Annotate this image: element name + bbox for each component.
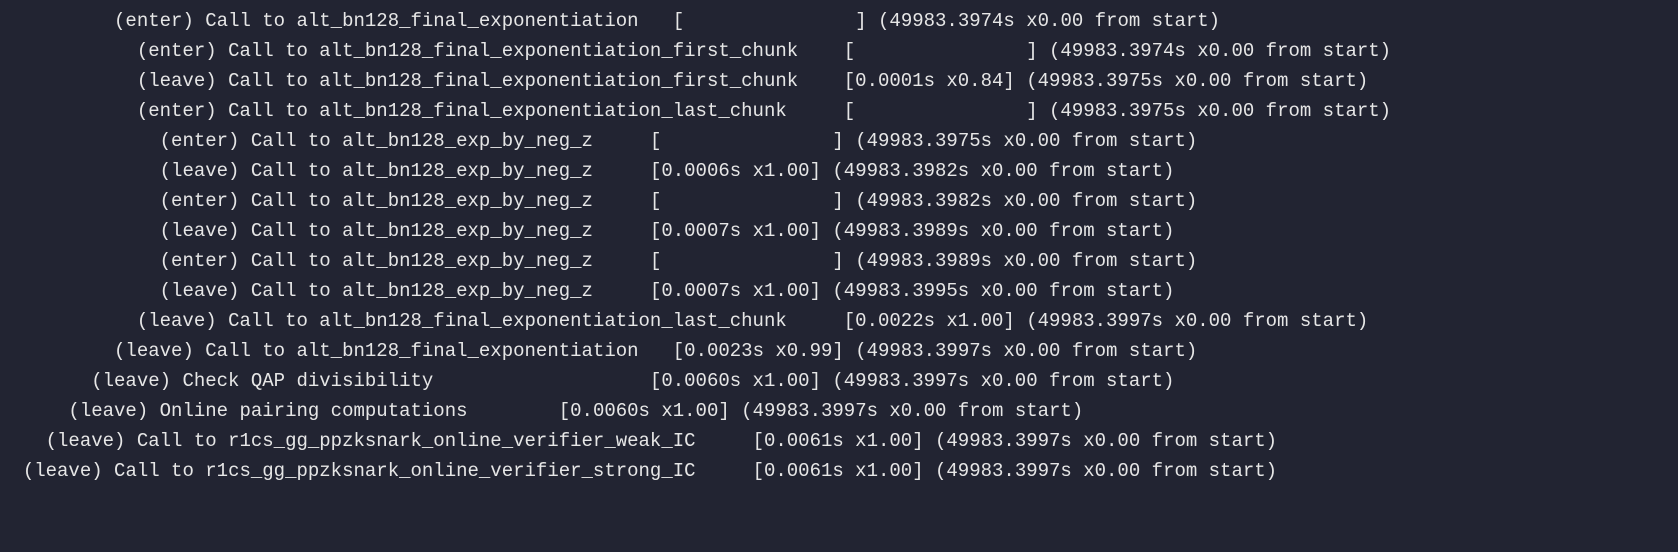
- log-timing-bracket: [0.0060s x1.00]: [559, 400, 730, 422]
- indent: [0, 10, 114, 32]
- log-label: Call to alt_bn128_final_exponentiation_l…: [228, 310, 787, 332]
- log-line: (leave) Call to alt_bn128_final_exponent…: [0, 336, 1678, 366]
- terminal-output: (enter) Call to alt_bn128_final_exponent…: [0, 0, 1678, 492]
- log-meta: (49983.3997s x0.00 from start): [935, 430, 1277, 452]
- indent: [0, 40, 137, 62]
- log-label: Call to alt_bn128_final_exponentiation: [205, 10, 638, 32]
- log-line: (enter) Call to alt_bn128_final_exponent…: [0, 96, 1678, 126]
- log-timing-bracket: [ ]: [844, 100, 1038, 122]
- log-event: (leave): [46, 430, 126, 452]
- log-meta: (49983.3989s x0.00 from start): [855, 250, 1197, 272]
- log-event: (enter): [114, 10, 194, 32]
- log-meta: (49983.3982s x0.00 from start): [832, 160, 1174, 182]
- log-line: (enter) Call to alt_bn128_exp_by_neg_z […: [0, 186, 1678, 216]
- indent: [0, 220, 160, 242]
- log-line: (leave) Call to alt_bn128_exp_by_neg_z […: [0, 276, 1678, 306]
- log-event: (enter): [137, 40, 217, 62]
- log-line: (enter) Call to alt_bn128_final_exponent…: [0, 36, 1678, 66]
- log-line: (enter) Call to alt_bn128_final_exponent…: [0, 6, 1678, 36]
- log-label: Call to alt_bn128_final_exponentiation_f…: [228, 40, 798, 62]
- log-label: Call to r1cs_gg_ppzksnark_online_verifie…: [114, 460, 696, 482]
- log-line: (enter) Call to alt_bn128_exp_by_neg_z […: [0, 126, 1678, 156]
- log-timing-bracket: [0.0007s x1.00]: [650, 220, 821, 242]
- log-label: Call to alt_bn128_final_exponentiation: [205, 340, 638, 362]
- log-timing-bracket: [0.0060s x1.00]: [650, 370, 821, 392]
- log-meta: (49983.3975s x0.00 from start): [1026, 70, 1368, 92]
- indent: [0, 190, 160, 212]
- log-timing-bracket: [ ]: [650, 190, 844, 212]
- log-label: Call to alt_bn128_exp_by_neg_z: [251, 250, 593, 272]
- log-line: (leave) Call to alt_bn128_exp_by_neg_z […: [0, 216, 1678, 246]
- log-event: (leave): [137, 70, 217, 92]
- log-label: Call to r1cs_gg_ppzksnark_online_verifie…: [137, 430, 696, 452]
- log-label: Call to alt_bn128_final_exponentiation_l…: [228, 100, 787, 122]
- log-timing-bracket: [0.0006s x1.00]: [650, 160, 821, 182]
- log-timing-bracket: [ ]: [650, 250, 844, 272]
- log-label: Online pairing computations: [160, 400, 468, 422]
- log-meta: (49983.3975s x0.00 from start): [855, 130, 1197, 152]
- log-meta: (49983.3975s x0.00 from start): [1049, 100, 1391, 122]
- indent: [0, 280, 160, 302]
- log-line: (leave) Online pairing computations [0.0…: [0, 396, 1678, 426]
- log-label: Call to alt_bn128_exp_by_neg_z: [251, 280, 593, 302]
- log-timing-bracket: [0.0023s x0.99]: [673, 340, 844, 362]
- log-event: (leave): [160, 280, 240, 302]
- indent: [0, 70, 137, 92]
- log-line: (leave) Call to r1cs_gg_ppzksnark_online…: [0, 456, 1678, 486]
- log-meta: (49983.3995s x0.00 from start): [832, 280, 1174, 302]
- log-timing-bracket: [ ]: [650, 130, 844, 152]
- indent: [0, 130, 160, 152]
- log-meta: (49983.3997s x0.00 from start): [832, 370, 1174, 392]
- log-line: (leave) Call to r1cs_gg_ppzksnark_online…: [0, 426, 1678, 456]
- log-line: (enter) Call to alt_bn128_exp_by_neg_z […: [0, 246, 1678, 276]
- log-timing-bracket: [0.0001s x0.84]: [844, 70, 1015, 92]
- log-label: Call to alt_bn128_exp_by_neg_z: [251, 130, 593, 152]
- log-timing-bracket: [0.0061s x1.00]: [753, 460, 924, 482]
- log-label: Call to alt_bn128_exp_by_neg_z: [251, 190, 593, 212]
- log-event: (enter): [160, 130, 240, 152]
- indent: [0, 310, 137, 332]
- log-label: Call to alt_bn128_final_exponentiation_f…: [228, 70, 798, 92]
- log-timing-bracket: [ ]: [673, 10, 867, 32]
- indent: [0, 460, 23, 482]
- log-event: (leave): [114, 340, 194, 362]
- indent: [0, 250, 160, 272]
- log-line: (leave) Call to alt_bn128_final_exponent…: [0, 306, 1678, 336]
- indent: [0, 340, 114, 362]
- indent: [0, 430, 46, 452]
- log-event: (leave): [160, 160, 240, 182]
- log-meta: (49983.3974s x0.00 from start): [1049, 40, 1391, 62]
- log-timing-bracket: [0.0061s x1.00]: [753, 430, 924, 452]
- log-timing-bracket: [0.0007s x1.00]: [650, 280, 821, 302]
- log-timing-bracket: [0.0022s x1.00]: [844, 310, 1015, 332]
- log-meta: (49983.3989s x0.00 from start): [832, 220, 1174, 242]
- log-event: (enter): [137, 100, 217, 122]
- indent: [0, 400, 68, 422]
- log-label: Check QAP divisibility: [182, 370, 433, 392]
- indent: [0, 100, 137, 122]
- log-line: (leave) Call to alt_bn128_exp_by_neg_z […: [0, 156, 1678, 186]
- indent: [0, 160, 160, 182]
- log-event: (leave): [23, 460, 103, 482]
- log-meta: (49983.3997s x0.00 from start): [935, 460, 1277, 482]
- log-line: (leave) Check QAP divisibility [0.0060s …: [0, 366, 1678, 396]
- log-meta: (49983.3997s x0.00 from start): [741, 400, 1083, 422]
- log-event: (leave): [91, 370, 171, 392]
- log-meta: (49983.3997s x0.00 from start): [1026, 310, 1368, 332]
- indent: [0, 370, 91, 392]
- log-event: (leave): [68, 400, 148, 422]
- log-label: Call to alt_bn128_exp_by_neg_z: [251, 220, 593, 242]
- log-meta: (49983.3974s x0.00 from start): [878, 10, 1220, 32]
- log-event: (enter): [160, 190, 240, 212]
- log-event: (leave): [137, 310, 217, 332]
- log-line: (leave) Call to alt_bn128_final_exponent…: [0, 66, 1678, 96]
- log-timing-bracket: [ ]: [844, 40, 1038, 62]
- log-label: Call to alt_bn128_exp_by_neg_z: [251, 160, 593, 182]
- log-event: (leave): [160, 220, 240, 242]
- log-meta: (49983.3997s x0.00 from start): [855, 340, 1197, 362]
- log-event: (enter): [160, 250, 240, 272]
- log-meta: (49983.3982s x0.00 from start): [855, 190, 1197, 212]
